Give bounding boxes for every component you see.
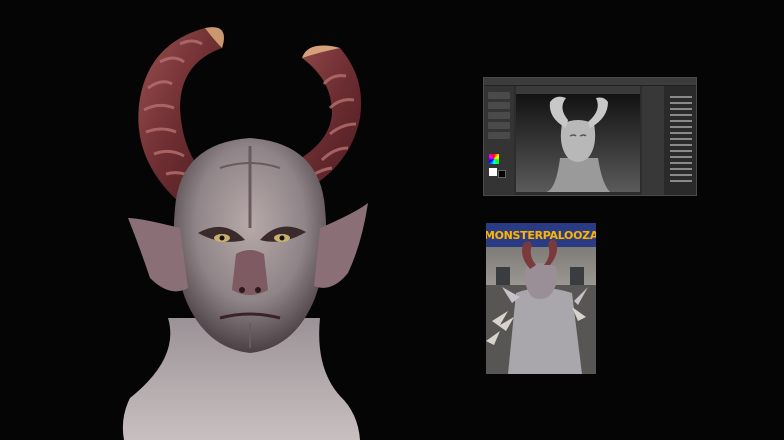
left-ear	[128, 218, 188, 292]
costume-photo-image: MONSTERPALOOZA	[486, 223, 596, 374]
slide-canvas: MONSTERPALOOZA	[0, 0, 784, 440]
bust-nose	[232, 250, 268, 295]
color-picker-icon	[489, 154, 499, 164]
zbrush-menubar	[484, 78, 696, 86]
zbrush-screenshot-image	[483, 77, 697, 196]
costumed-person	[486, 239, 588, 374]
zbrush-top-shelf	[516, 86, 640, 94]
zbrush-right-tray	[664, 86, 696, 195]
zbrush-model	[546, 96, 610, 192]
zbrush-viewport	[516, 94, 640, 192]
demon-bust-image	[122, 27, 368, 440]
zbrush-subtool-column	[642, 86, 664, 195]
zbrush-left-tray	[484, 86, 514, 195]
